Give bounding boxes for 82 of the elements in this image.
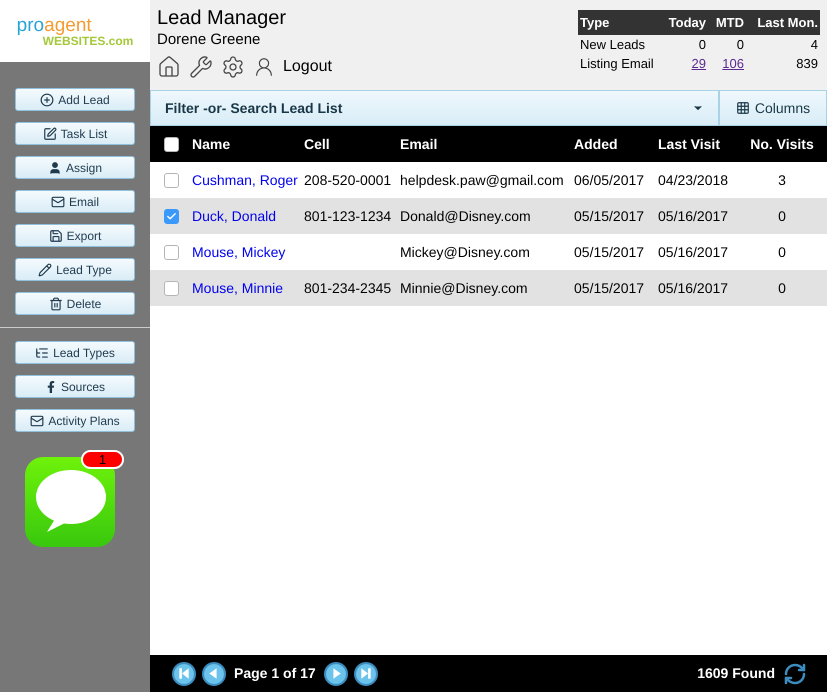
sidebar-button[interactable]: Sources (15, 375, 135, 398)
user-name: Dorene Greene (157, 30, 262, 50)
tools-icon[interactable] (189, 55, 213, 79)
stats-cell: 0 (698, 36, 706, 52)
sidebar-button[interactable]: Email (15, 190, 135, 213)
table-cell: 0 (778, 244, 786, 260)
lead-name-link[interactable]: Mouse, Mickey (192, 244, 286, 260)
next-page-button[interactable] (324, 662, 348, 686)
table-cell: 208-520-0001 (304, 172, 392, 188)
column-header[interactable]: Email (400, 134, 574, 154)
table-cell: 05/16/2017 (658, 244, 728, 260)
person-icon (48, 160, 62, 174)
stats-cell: 839 (796, 56, 818, 71)
table-cell: 801-123-1234 (304, 208, 392, 224)
filter-dropdown[interactable]: Filter -or- Search Lead List (150, 90, 719, 126)
table-cell: 3 (778, 172, 786, 188)
columns-button[interactable]: Columns (719, 90, 827, 126)
settings-icon[interactable] (221, 55, 245, 79)
logout-link[interactable]: Logout (283, 55, 332, 79)
sidebar-button[interactable]: Task List (15, 122, 135, 145)
checkbox[interactable] (164, 244, 178, 260)
table-cell: 06/05/2017 (574, 172, 644, 188)
pen-square-icon (42, 126, 57, 140)
checkbox[interactable] (164, 172, 178, 188)
table-cell: Minnie@Disney.com (400, 280, 528, 296)
envelope-icon (50, 194, 65, 208)
column-header[interactable]: No. Visits (742, 134, 822, 154)
column-header[interactable]: Cell (304, 134, 400, 154)
lead-name-link[interactable]: Duck, Donald (192, 208, 276, 224)
sidebar-button[interactable]: Export (15, 224, 135, 247)
notification-badge: 1 (81, 450, 124, 469)
home-icon[interactable] (157, 55, 181, 79)
column-header[interactable]: Name (192, 134, 304, 154)
stats-link[interactable]: 29 (692, 56, 706, 71)
sidebar-button[interactable]: Activity Plans (15, 409, 135, 432)
checkbox[interactable] (164, 208, 178, 224)
stats-link[interactable]: 106 (722, 56, 744, 71)
pencil-icon (38, 262, 52, 276)
table-cell: 05/16/2017 (658, 280, 728, 296)
page-indicator: Page 1 of 17 (234, 664, 316, 683)
table-cell: 05/15/2017 (574, 280, 644, 296)
table-cell: 05/16/2017 (658, 208, 728, 224)
checkmark-icon (166, 210, 176, 222)
results-count: 1609 Found (697, 664, 775, 683)
last-page-button[interactable] (354, 662, 378, 686)
user-icon[interactable] (253, 55, 275, 79)
refresh-icon[interactable] (783, 662, 807, 686)
first-page-button[interactable] (172, 662, 196, 686)
checkbox[interactable] (164, 136, 178, 152)
stats-cell: 0 (736, 36, 744, 52)
table-cell: 05/15/2017 (574, 208, 644, 224)
lead-name-link[interactable]: Mouse, Minnie (192, 280, 284, 296)
table-cell: 801-234-2345 (304, 280, 392, 296)
messages-app-icon[interactable] (25, 457, 115, 547)
sidebar-button[interactable]: Assign (15, 156, 135, 179)
table-cell: Donald@Disney.com (400, 208, 531, 224)
column-header[interactable]: Added (574, 134, 658, 154)
checkbox[interactable] (164, 280, 178, 296)
trash-icon (48, 296, 63, 310)
lead-name-link[interactable]: Cushman, Roger (192, 172, 298, 188)
stats-cell: New Leads (580, 36, 646, 52)
table-cell: 0 (778, 208, 786, 224)
list-icon (35, 346, 50, 360)
table-cell: helpdesk.paw@gmail.com (400, 172, 564, 188)
table-cell: 04/23/2018 (658, 172, 728, 188)
page-title: Lead Manager (157, 6, 287, 30)
sidebar-button[interactable]: Lead Types (15, 341, 135, 364)
stats-header: Type Today MTD Last Mon. (578, 10, 820, 35)
sidebar-button[interactable]: Lead Type (15, 258, 135, 281)
column-header[interactable]: Last Visit (658, 134, 742, 154)
stats-cell: Listing Email (580, 56, 654, 71)
plus-circle-icon (40, 92, 54, 106)
logo: proagent WEBSITES.com (16, 16, 134, 46)
stats-cell: 4 (810, 36, 818, 52)
envelope-icon (30, 414, 44, 428)
sidebar-button[interactable]: Delete (15, 292, 135, 315)
sidebar-button[interactable]: Add Lead (15, 88, 135, 111)
table-cell: Mickey@Disney.com (400, 244, 530, 260)
grid-icon (736, 101, 750, 115)
table-cell: 05/15/2017 (574, 244, 644, 260)
table-cell: 0 (778, 280, 786, 296)
previous-page-button[interactable] (202, 662, 226, 686)
